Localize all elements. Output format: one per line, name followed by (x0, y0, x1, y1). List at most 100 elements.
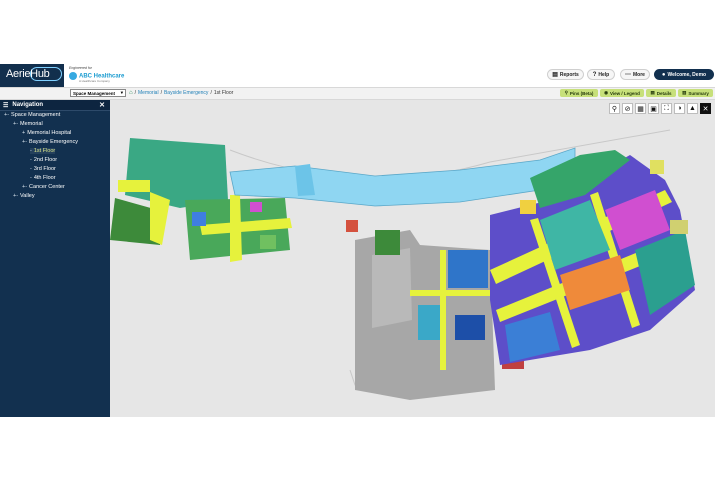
menu-icon[interactable]: ☰ (3, 102, 8, 109)
reports-label: Reports (559, 71, 579, 78)
more-icon: ⋯ (625, 72, 632, 78)
tree-toggle[interactable]: + (22, 130, 25, 136)
layers-icon[interactable]: ▦ (635, 103, 646, 114)
tree-item-1st-floor[interactable]: -1st Floor (30, 148, 56, 154)
module-select[interactable]: Space Management ▾ (70, 89, 126, 97)
user-label: Welcome, Demo (667, 71, 707, 78)
tree-item-4th-floor[interactable]: -4th Floor (30, 175, 56, 181)
pin-icon[interactable]: ⚲ (609, 103, 620, 114)
room-dark-green (375, 230, 400, 255)
tree-toggle[interactable]: +- (13, 193, 18, 199)
details-button[interactable]: ▤ Details (646, 89, 676, 97)
engineered-for-label: Engineered for (69, 66, 92, 70)
toolbar: Space Management ▾ ⌂ / Memorial / Bayside… (0, 88, 715, 100)
floor-plan[interactable] (110, 100, 715, 417)
tree-label: Valley (20, 193, 35, 199)
brand-subtitle: A Healthcare Company (79, 79, 110, 83)
header-bar: AerieHub Engineered for ABC Healthcare A… (0, 64, 715, 88)
room-light-yellow (650, 160, 664, 174)
reports-icon: ▤ (552, 72, 558, 78)
close-icon[interactable]: ✕ (700, 103, 711, 114)
tree-label: Memorial Hospital (27, 130, 72, 136)
summary-button[interactable]: ▥ Summary (678, 89, 713, 97)
breadcrumb-separator: / (210, 90, 212, 96)
tree-item-3rd-floor[interactable]: -3rd Floor (30, 166, 56, 172)
fit-icon[interactable]: ⛶ (661, 103, 672, 114)
view-legend-button[interactable]: ◉ View / Legend (600, 89, 644, 97)
breadcrumb-memorial[interactable]: Memorial (138, 90, 159, 96)
reports-button[interactable]: ▤ Reports (547, 69, 584, 80)
tree-toggle: - (30, 175, 32, 181)
app-window: AerieHub Engineered for ABC Healthcare A… (0, 64, 715, 417)
summary-icon: ▥ (682, 90, 687, 95)
map-tools: ⚲ ⊘ ▦ ▣ ⛶ ◑ ▲ ✕ (609, 103, 711, 114)
help-button[interactable]: ? Help (587, 69, 615, 80)
tree-item-cancer-center[interactable]: +- Cancer Center (22, 184, 65, 190)
pins-button[interactable]: ⚲ Pins (Beta) (560, 89, 598, 97)
room-yellow (520, 200, 536, 214)
tree-toggle[interactable]: +- (22, 184, 27, 190)
room-magenta (250, 202, 262, 212)
pin-off-icon[interactable]: ⊘ (622, 103, 633, 114)
tree-item-memorial-hospital[interactable]: + Memorial Hospital (22, 130, 71, 136)
room-blue (192, 212, 206, 226)
close-icon[interactable]: ✕ (99, 101, 105, 109)
tree-label: Space Management (11, 112, 61, 118)
zone-left-green (125, 138, 228, 208)
view-legend-label: View / Legend (610, 90, 640, 96)
pin-icon: ⚲ (564, 90, 568, 95)
navigation-header: ☰ Navigation ✕ (0, 100, 110, 111)
corridor-left-a (118, 180, 150, 192)
brand-mark-icon (69, 72, 77, 80)
room-red (346, 220, 358, 232)
floor-plan-viewport[interactable]: ⚲ ⊘ ▦ ▣ ⛶ ◑ ▲ ✕ (110, 100, 715, 417)
tree-toggle[interactable]: +- (13, 121, 18, 127)
corridor-left-b (150, 192, 170, 245)
contrast-icon[interactable]: ◑ (674, 103, 685, 114)
tree-toggle: - (30, 157, 32, 163)
summary-label: Summary (688, 90, 709, 96)
corridor-central-a (410, 290, 500, 296)
tree-toggle[interactable]: +- (22, 139, 27, 145)
help-icon: ? (592, 71, 597, 78)
tree-label: 2nd Floor (33, 157, 58, 163)
breadcrumb-separator: / (160, 90, 162, 96)
legend-icon: ◉ (604, 90, 608, 95)
details-label: Details (656, 90, 672, 96)
tree-label: Cancer Center (29, 184, 65, 190)
home-icon[interactable]: ⌂ (129, 90, 133, 96)
tree-toggle: - (30, 148, 32, 154)
zone-blue-cluster (448, 250, 488, 288)
tree-item-space-management[interactable]: +- Space Management (4, 112, 60, 118)
warning-icon[interactable]: ▲ (687, 103, 698, 114)
user-icon: ● (661, 71, 666, 78)
aeriehub-logo[interactable]: AerieHub (0, 64, 64, 87)
breadcrumb: ⌂ / Memorial / Bayside Emergency / 1st F… (129, 90, 233, 96)
pins-label: Pins (Beta) (569, 90, 594, 96)
more-label: More (633, 71, 645, 78)
zone-lobby (229, 147, 576, 207)
breadcrumb-current-floor: 1st Floor (213, 90, 234, 96)
zone-central-light (372, 248, 412, 328)
tree-toggle: - (30, 166, 32, 172)
user-menu-button[interactable]: ● Welcome, Demo (654, 69, 714, 80)
logo-text: AerieHub (6, 68, 50, 80)
chevron-down-icon: ▾ (120, 90, 123, 95)
tree-item-valley[interactable]: +- Valley (13, 193, 35, 199)
help-label: Help (598, 71, 610, 78)
tree-label: Memorial (20, 121, 43, 127)
room-navy (455, 315, 485, 340)
breadcrumb-separator: / (134, 90, 137, 96)
room-olive (670, 220, 688, 234)
grid-icon[interactable]: ▣ (648, 103, 659, 114)
room-green (260, 235, 276, 249)
more-button[interactable]: ⋯ More (620, 69, 650, 80)
tree-label: 1st Floor (33, 148, 56, 154)
tree-item-2nd-floor[interactable]: -2nd Floor (30, 157, 57, 163)
navigation-panel: ☰ Navigation ✕ +- Space Management +- Memo… (0, 100, 110, 417)
tree-item-memorial[interactable]: +- Memorial (13, 121, 43, 127)
tree-item-bayside-emergency[interactable]: +- Bayside Emergency (22, 139, 78, 145)
navigation-title: Navigation (12, 102, 44, 108)
breadcrumb-bayside-emergency[interactable]: Bayside Emergency (164, 90, 208, 96)
tree-toggle[interactable]: +- (4, 112, 9, 118)
